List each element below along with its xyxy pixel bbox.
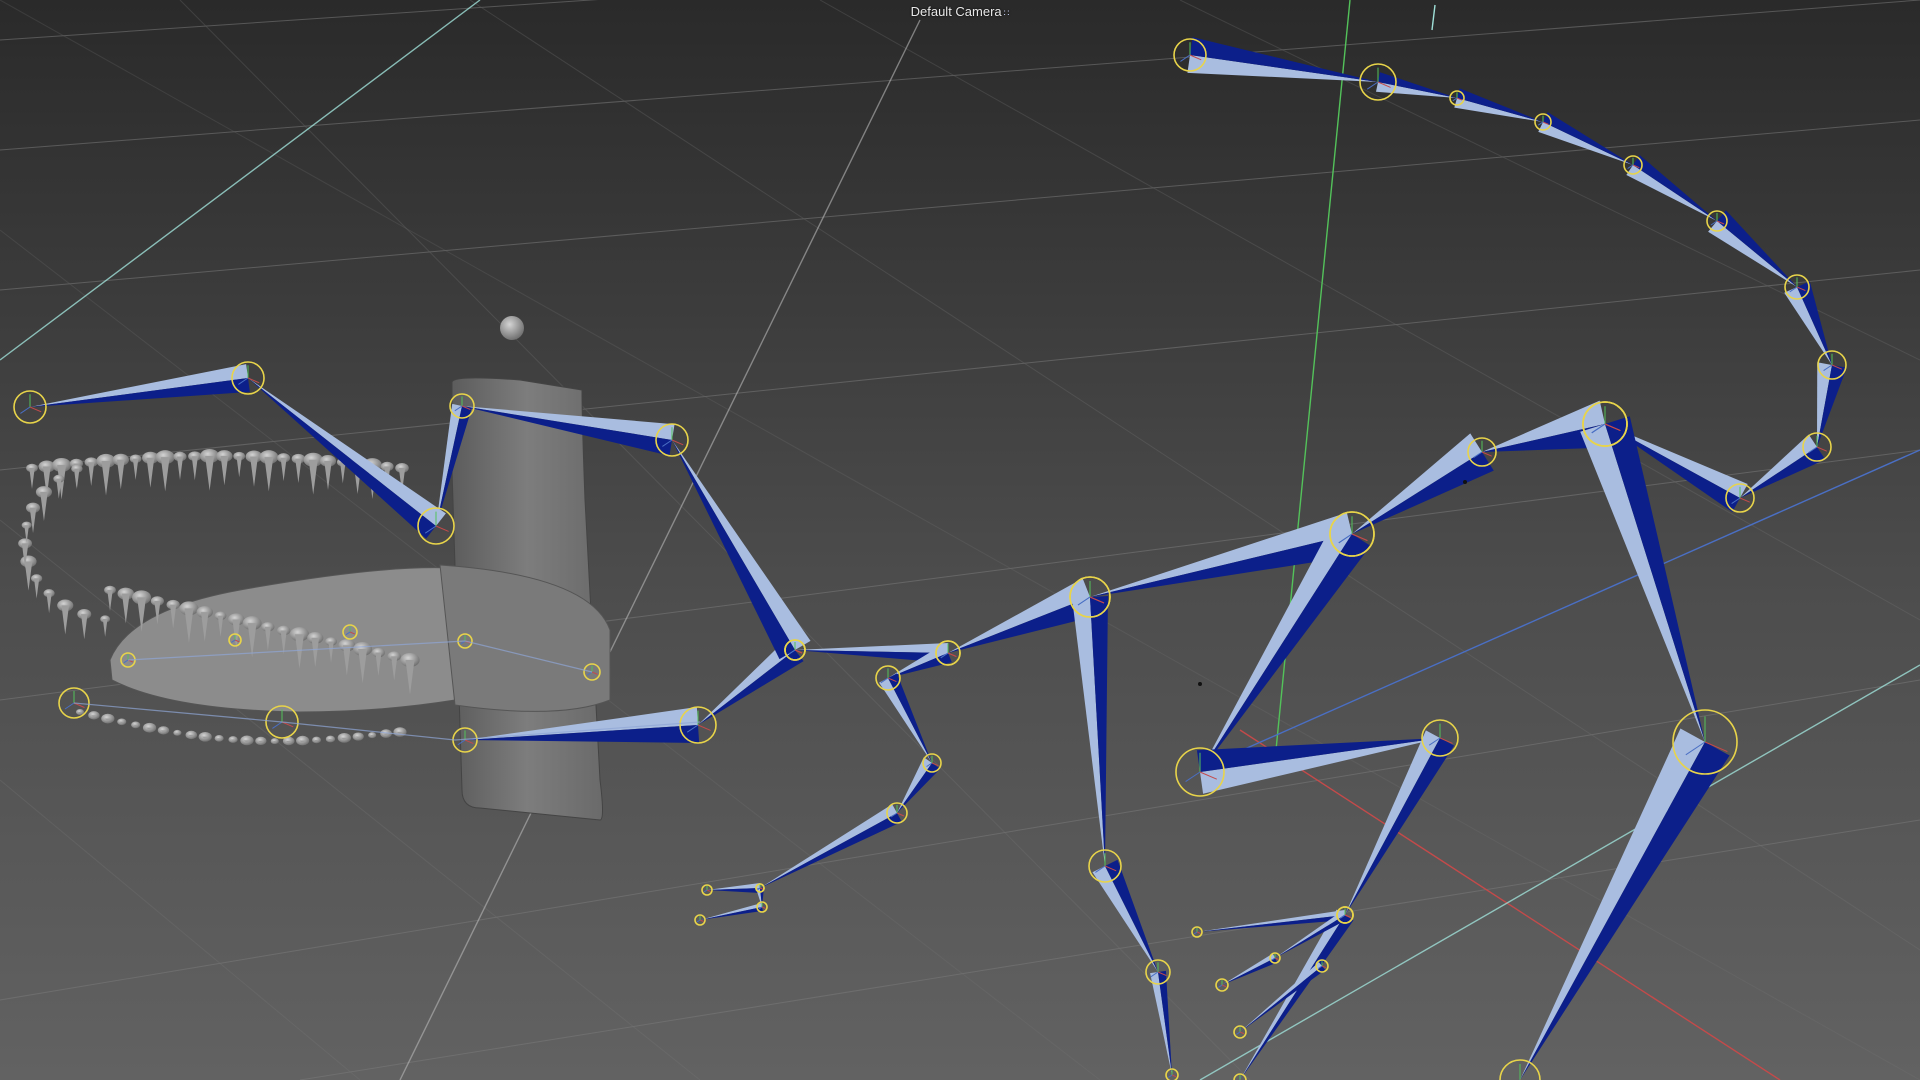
3d-viewport[interactable]: Default Camera ∷ (0, 0, 1920, 1080)
scene-dot (1198, 682, 1202, 686)
scene-dot (1463, 480, 1467, 484)
tooth-base[interactable] (312, 736, 321, 744)
tooth-base[interactable] (173, 729, 182, 736)
mesh-sphere[interactable] (500, 316, 524, 340)
camera-options-icon[interactable]: ∷ (1004, 8, 1010, 18)
camera-selector[interactable]: Default Camera ∷ (0, 4, 1920, 19)
tooth-base[interactable] (228, 736, 238, 743)
tooth-base[interactable] (198, 731, 212, 742)
tooth-base[interactable] (325, 735, 336, 743)
viewport-canvas[interactable] (0, 0, 1920, 1080)
camera-label-text: Default Camera (910, 4, 1002, 19)
